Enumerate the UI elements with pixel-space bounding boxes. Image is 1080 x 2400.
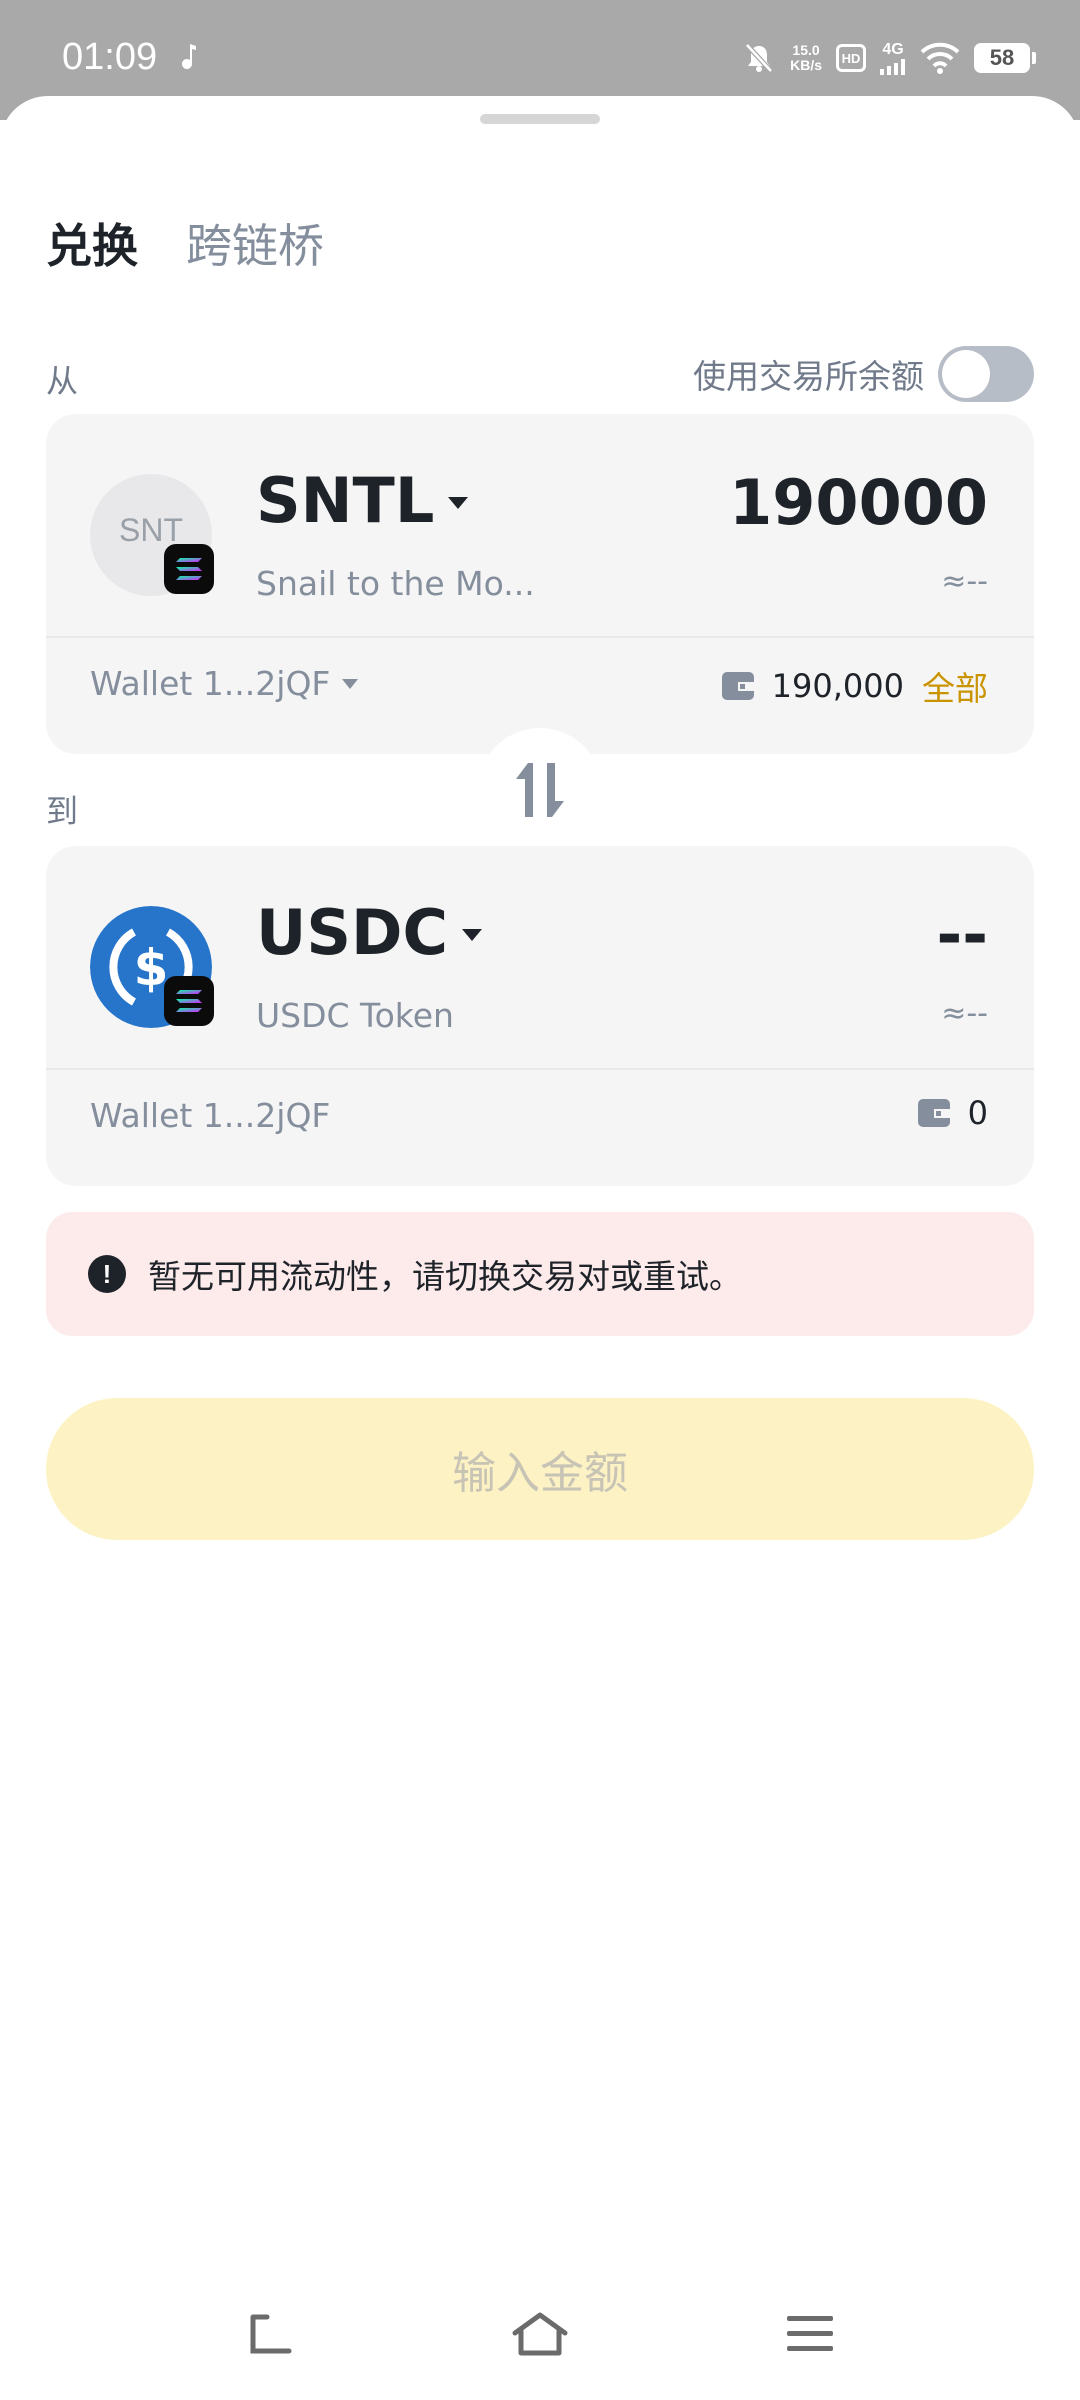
from-wallet-selector[interactable]: Wallet 1...2jQF [90, 664, 359, 703]
sheet-grabber[interactable] [480, 114, 600, 124]
toggle-knob [942, 350, 990, 398]
recents-button[interactable] [780, 2304, 840, 2364]
max-button[interactable]: 全部 [922, 662, 988, 710]
to-wallet: Wallet 1...2jQF [90, 1096, 330, 1135]
back-button[interactable] [240, 2304, 300, 2364]
chevron-down-icon [448, 496, 469, 509]
battery-indicator: 58 [974, 43, 1036, 73]
network-speed-unit: KB/s [790, 57, 822, 73]
status-icons: 15.0 KB/s HD 4G 58 [742, 34, 1036, 82]
from-label: 从 [46, 362, 79, 400]
to-token-symbol: USDC [256, 896, 448, 969]
use-exchange-balance-label: 使用交易所余额 [693, 357, 924, 396]
signal-bars-icon [880, 59, 905, 75]
from-token-card: SNT SNTL Snail to the Mo... 190000 ≈-- W [46, 414, 1034, 754]
system-nav-bar [0, 2276, 1080, 2400]
to-token-selector[interactable]: USDC [256, 896, 482, 969]
music-note-icon [182, 44, 196, 69]
chevron-down-icon [461, 928, 482, 941]
use-exchange-balance-toggle[interactable] [938, 346, 1034, 402]
from-approx-value: ≈-- [941, 564, 988, 599]
swap-arrows-icon [516, 763, 564, 817]
enter-amount-button[interactable]: 输入金额 [46, 1398, 1034, 1540]
swap-sheet: 兑换 跨链桥 从 使用交易所余额 SNT SNTL Snail to the M… [0, 96, 1080, 2400]
from-amount-input[interactable]: 190000 [729, 466, 988, 539]
to-token-name: USDC Token [256, 996, 454, 1035]
from-balance-value: 190,000 [771, 667, 904, 705]
from-wallet-label: Wallet 1...2jQF [90, 664, 331, 703]
chevron-down-icon [342, 678, 359, 689]
divider [46, 636, 1034, 638]
network-type: 4G [882, 41, 904, 58]
swap-direction-button[interactable] [478, 728, 602, 852]
signal-indicator: 4G [880, 41, 906, 75]
from-balance: 190,000 全部 [721, 662, 988, 710]
to-balance-value: 0 [967, 1094, 988, 1132]
solana-chain-icon [164, 544, 214, 594]
network-speed-value: 15.0 [792, 42, 820, 58]
from-token-symbol: SNTL [256, 464, 435, 537]
to-wallet-label: Wallet 1...2jQF [90, 1096, 331, 1135]
to-balance: 0 [917, 1094, 988, 1132]
tabs: 兑换 跨链桥 [46, 210, 324, 276]
to-label: 到 [46, 792, 79, 830]
network-speed: 15.0 KB/s [790, 43, 822, 73]
to-token-card: $ USDC USDC Token -- ≈-- Wallet 1...2jQF [46, 846, 1034, 1186]
no-liquidity-alert: ! 暂无可用流动性，请切换交易对或重试。 [46, 1212, 1034, 1336]
wallet-icon [917, 1099, 950, 1127]
home-icon [512, 2312, 568, 2356]
tab-swap[interactable]: 兑换 [46, 210, 138, 276]
back-icon [250, 2314, 292, 2354]
menu-icon [787, 2316, 833, 2351]
mute-bell-icon [745, 43, 773, 73]
from-token-name: Snail to the Mo... [256, 564, 535, 603]
use-exchange-balance: 使用交易所余额 [693, 346, 1034, 402]
hd-badge: HD [836, 44, 866, 72]
tab-bridge[interactable]: 跨链桥 [186, 210, 324, 276]
exclamation-icon: ! [88, 1255, 126, 1293]
home-button[interactable] [510, 2304, 570, 2364]
solana-chain-icon [164, 976, 214, 1026]
wallet-icon [721, 672, 754, 700]
to-approx-value: ≈-- [941, 996, 988, 1031]
wifi-icon [920, 42, 960, 74]
status-time: 01:09 [62, 36, 158, 78]
to-amount: -- [936, 898, 988, 971]
from-token-selector[interactable]: SNTL [256, 464, 469, 537]
alert-message: 暂无可用流动性，请切换交易对或重试。 [148, 1257, 742, 1296]
divider [46, 1068, 1034, 1070]
